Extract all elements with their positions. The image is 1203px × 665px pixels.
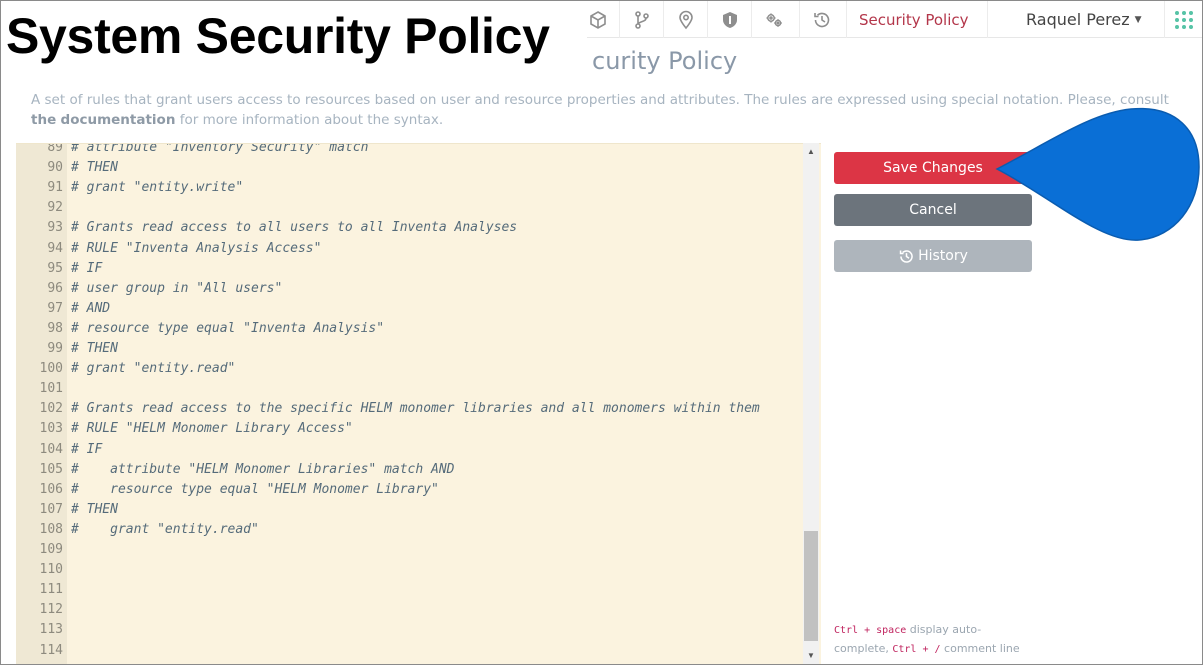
line-number: 104 (39, 441, 63, 457)
documentation-link[interactable]: documentation (61, 112, 176, 128)
line-number: 101 (39, 381, 63, 397)
code-line[interactable]: 97 # AND (16, 299, 806, 319)
caret-down-icon: ▼ (1134, 14, 1142, 25)
overlay-title: System Security Policy (1, 1, 587, 71)
keyboard-hint: Ctrl + space display auto-complete, Ctrl… (834, 621, 1034, 659)
map-pin-icon[interactable] (663, 1, 707, 38)
code-text: # THEN (71, 341, 118, 356)
code-line[interactable]: 91 # grant "entity.write" (16, 178, 806, 198)
code-line[interactable]: 107 # THEN (16, 500, 806, 520)
policy-code-editor[interactable]: 89 # attribute "Inventory Security" match… (16, 143, 821, 664)
code-text: # IF (71, 260, 103, 276)
code-text: # Grants read access to all users to all… (71, 220, 518, 236)
line-number: 102 (39, 401, 63, 417)
documentation-link-the[interactable]: the (31, 112, 56, 128)
code-text: # grant "entity.read" (71, 361, 236, 377)
code-line[interactable]: 92 (16, 198, 806, 218)
code-line[interactable]: 104 # IF (16, 440, 806, 460)
line-number: 91 (47, 180, 63, 196)
line-number: 92 (47, 200, 63, 216)
code-text: # AND (71, 300, 111, 316)
callout-pointer (995, 107, 1200, 241)
code-line[interactable]: 114 (16, 641, 806, 661)
code-text: # THEN (71, 160, 118, 176)
code-text: # resource type equal "HELM Monomer Libr… (71, 481, 439, 497)
line-number: 103 (39, 421, 63, 437)
code-line[interactable]: 102 # Grants read access to the specific … (16, 399, 806, 419)
line-number: 99 (47, 341, 63, 356)
code-line[interactable]: 101 (16, 379, 806, 399)
line-number: 100 (39, 361, 63, 377)
shortcut-autocomplete: Ctrl + space (834, 625, 907, 636)
history-icon[interactable] (799, 1, 843, 38)
code-line[interactable]: 96 # user group in "All users" (16, 279, 806, 299)
code-text: # grant "entity.read" (71, 521, 259, 537)
line-number: 89 (47, 143, 63, 155)
git-branch-icon[interactable] (619, 1, 663, 38)
line-number: 108 (39, 521, 63, 537)
code-line[interactable]: 98 # resource type equal "Inventa Analysi… (16, 319, 806, 339)
code-text: # attribute "HELM Monomer Libraries" mat… (71, 461, 455, 477)
line-number: 97 (47, 300, 63, 316)
app-window: Security Policy Raquel Perez ▼ curity Po… (0, 0, 1203, 665)
apps-grid-icon[interactable] (1164, 1, 1202, 38)
line-number: 109 (39, 542, 63, 557)
code-text: # THEN (71, 501, 118, 517)
code-line[interactable]: 103 # RULE "HELM Monomer Library Access" (16, 419, 806, 439)
line-number: 96 (47, 280, 63, 296)
shortcut-comment: Ctrl + / (892, 644, 941, 655)
line-number: 95 (47, 260, 63, 276)
editor-scrollbar[interactable]: ▲ ▼ (803, 143, 819, 664)
line-number: 93 (47, 220, 63, 236)
code-text: # user group in "All users" (71, 280, 283, 296)
nav-security-policy[interactable]: Security Policy (846, 1, 988, 38)
shield-icon[interactable] (707, 1, 751, 38)
page-heading: curity Policy (592, 47, 738, 75)
line-number: 107 (39, 501, 63, 517)
history-button-label: History (918, 248, 968, 264)
line-number: 106 (39, 481, 63, 497)
line-number: 98 (47, 320, 63, 336)
code-text: # RULE "Inventa Analysis Access" (71, 240, 322, 256)
code-line[interactable]: 106 # resource type equal "HELM Monomer L… (16, 480, 806, 500)
code-line[interactable]: 95 # IF (16, 259, 806, 279)
code-text: # attribute "Inventory Security" match (71, 143, 369, 155)
history-button[interactable]: History (834, 240, 1032, 272)
code-text: # resource type equal "Inventa Analysis" (71, 320, 385, 336)
code-line[interactable]: 90 # THEN (16, 158, 806, 178)
hint-text-comment: comment line (940, 642, 1020, 655)
line-number: 105 (39, 461, 63, 477)
code-line[interactable]: 93 # Grants read access to all users to a… (16, 218, 806, 238)
description-text-end: for more information about the syntax. (175, 112, 444, 128)
line-number: 110 (39, 562, 63, 578)
code-line[interactable]: 108 # grant "entity.read" (16, 520, 806, 540)
gears-icon[interactable] (751, 1, 795, 38)
scroll-down-arrow-icon[interactable]: ▼ (803, 651, 819, 660)
line-number: 112 (39, 602, 63, 618)
code-line[interactable]: 109 (16, 540, 806, 560)
scroll-up-arrow-icon[interactable]: ▲ (803, 147, 819, 156)
line-number: 113 (39, 622, 63, 638)
line-number: 94 (47, 240, 63, 256)
history-icon (899, 249, 913, 263)
line-number: 114 (39, 642, 63, 658)
code-line[interactable]: 94 # RULE "Inventa Analysis Access" (16, 239, 806, 259)
line-number: 90 (47, 160, 63, 176)
code-line[interactable]: 99 # THEN (16, 339, 806, 359)
line-number: 111 (39, 582, 63, 598)
code-line[interactable]: 112 (16, 600, 806, 620)
code-text: # Grants read access to the specific HEL… (71, 401, 760, 417)
code-line[interactable]: 110 (16, 560, 806, 580)
code-line[interactable]: 113 (16, 620, 806, 640)
code-text: # IF (71, 441, 103, 457)
code-line[interactable]: 89 # attribute "Inventory Security" match (16, 143, 806, 158)
code-line[interactable]: 111 (16, 580, 806, 600)
code-line[interactable]: 105 # attribute "HELM Monomer Libraries" … (16, 460, 806, 480)
code-line[interactable]: 100 # grant "entity.read" (16, 359, 806, 379)
code-text: # grant "entity.write" (71, 180, 244, 196)
user-menu[interactable]: Raquel Perez ▼ (1026, 1, 1142, 38)
code-text: # RULE "HELM Monomer Library Access" (71, 421, 353, 437)
user-name: Raquel Perez (1026, 10, 1130, 29)
scrollbar-thumb[interactable] (804, 531, 818, 641)
